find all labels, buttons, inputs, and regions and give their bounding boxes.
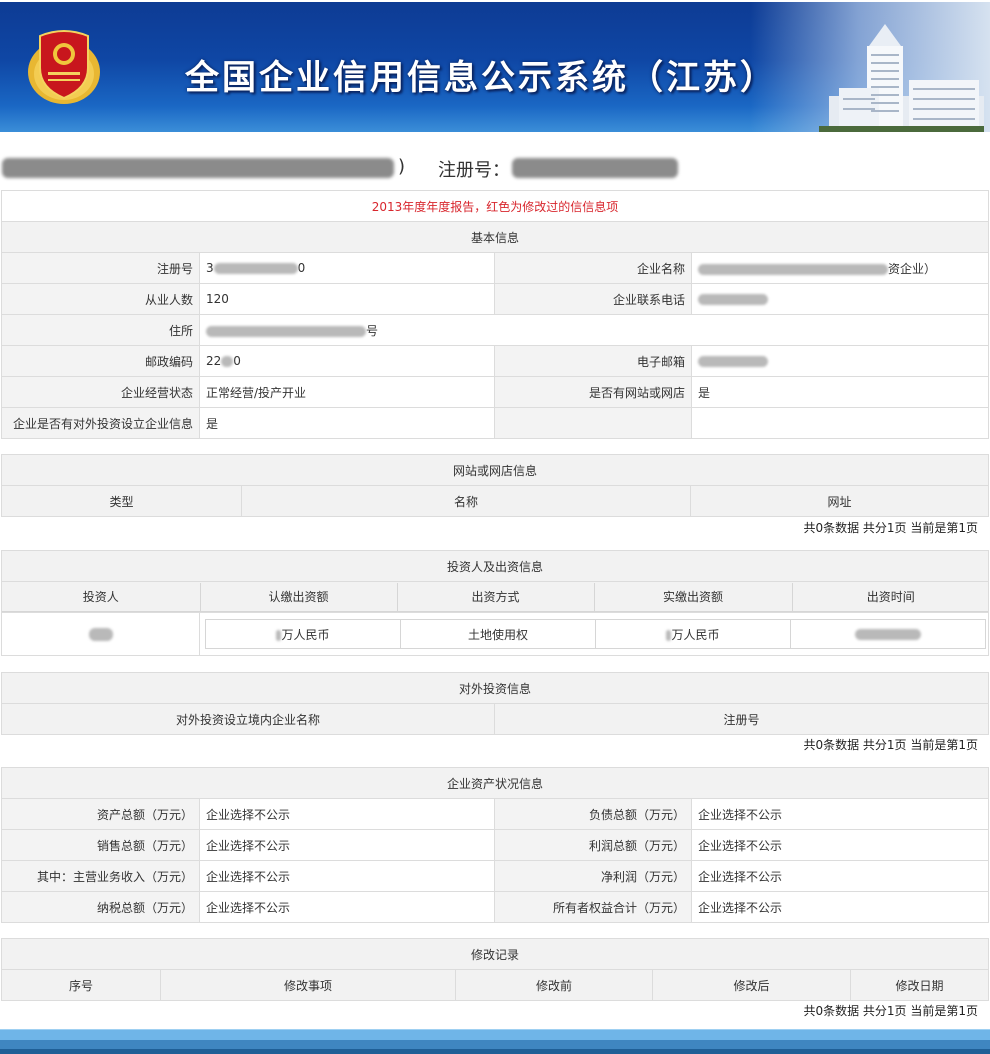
company-name-label: 企业名称 [494,252,692,284]
modification-records-table: 修改记录 序号 修改事项 修改前 修改后 修改日期 [1,938,989,1001]
empty-value [690,407,990,439]
table-row: 邮政编码 22 0 电子邮箱 [1,345,990,377]
column-header-name: 名称 [241,485,691,517]
government-building-image [819,24,984,132]
outbound-investment-pager: 共0条数据 共分1页 当前是第1页 [803,738,978,752]
table-row: 企业经营状态 正常经营/投产开业 是否有网站或网店 是 [1,376,990,408]
total-tax-label: 纳税总额（万元） [1,891,200,923]
total-profit-value: 企业选择不公示 [690,829,990,861]
website-info-table: 网站或网店信息 类型 名称 网址 [0,454,990,517]
system-title: 全国企业信用信息公示系统（江苏） [185,58,777,98]
table-row: 资产总额（万元） 企业选择不公示 负债总额（万元） 企业选择不公示 [1,798,990,830]
website-pager: 共0条数据 共分1页 当前是第1页 [803,521,978,535]
company-name-value: 资企业） [690,252,990,284]
total-assets-label: 资产总额（万元） [1,798,200,830]
net-profit-value: 企业选择不公示 [690,860,990,892]
investor-detail-table: 万人民币 土地使用权 万人民币 [205,619,986,649]
address-value: 号 [198,314,990,346]
column-header-investor: 投资人 [2,582,201,612]
employees-value: 120 [199,283,495,315]
main-revenue-value: 企业选择不公示 [199,860,495,892]
employees-label: 从业人数 [1,283,200,315]
basic-info-table: 2013年度年度报告，红色为修改过的信信息项 基本信息 注册号 30 企业名称 … [0,190,990,439]
footer-bar [0,1029,990,1054]
assets-info-table: 企业资产状况信息 资产总额（万元） 企业选择不公示 负债总额（万元） 企业选择不… [0,767,990,923]
postal-code-value: 22 0 [199,345,495,377]
investor-info-table: 投资人及出资信息 投资人 认缴出资额 出资方式 实缴出资额 出资时间 万人民币 [0,550,990,656]
total-liabilities-label: 负债总额（万元） [494,798,692,830]
column-header-type: 类型 [1,485,242,517]
table-row: 销售总额（万元） 企业选择不公示 利润总额（万元） 企业选择不公示 [1,829,990,861]
reg-no-value: 30 [199,252,495,284]
basic-info-title: 基本信息 [0,221,990,253]
column-header-seq: 序号 [1,969,161,1001]
total-liabilities-value: 企业选择不公示 [690,798,990,830]
column-header-item: 修改事项 [160,969,456,1001]
phone-label: 企业联系电话 [494,283,692,315]
column-header-paid: 实缴出资额 [593,582,793,612]
address-label: 住所 [1,314,200,346]
has-investment-value: 是 [199,407,495,439]
company-name-redacted [2,158,394,178]
main-revenue-label: 其中：主营业务收入（万元） [1,860,200,892]
owners-equity-label: 所有者权益合计（万元） [494,891,692,923]
investor-info-title: 投资人及出资信息 [0,550,990,582]
registration-number-redacted [512,158,678,178]
total-sales-value: 企业选择不公示 [199,829,495,861]
total-assets-value: 企业选择不公示 [199,798,495,830]
paid-amount: 万人民币 [595,619,791,649]
column-header-date: 出资时间 [791,582,988,612]
total-sales-label: 销售总额（万元） [1,829,200,861]
owners-equity-value: 企业选择不公示 [690,891,990,923]
operating-status-label: 企业经营状态 [1,376,200,408]
table-row: 注册号 30 企业名称 资企业） [1,252,990,284]
contribution-date [790,619,986,649]
company-heading: ) 注册号： [0,152,990,186]
industry-commerce-emblem-icon [28,30,100,104]
modification-records-title: 修改记录 [1,938,989,970]
table-row: 其中：主营业务收入（万元） 企业选择不公示 净利润（万元） 企业选择不公示 [1,860,990,892]
email-label: 电子邮箱 [494,345,692,377]
column-header-after: 修改后 [652,969,851,1001]
column-header-enterprise-name: 对外投资设立境内企业名称 [1,703,495,735]
has-website-value: 是 [690,376,990,408]
has-website-label: 是否有网站或网店 [494,376,692,408]
net-profit-label: 净利润（万元） [494,860,692,892]
empty-label [494,407,692,439]
assets-info-title: 企业资产状况信息 [0,767,990,799]
company-name-suffix: ) [398,156,406,177]
registration-number-label: 注册号： [438,160,510,181]
column-header-reg-no: 注册号 [493,703,990,735]
column-header-method: 出资方式 [396,582,595,612]
modification-records-pager: 共0条数据 共分1页 当前是第1页 [803,1004,978,1018]
column-header-date: 修改日期 [850,969,989,1001]
postal-code-label: 邮政编码 [1,345,200,377]
outbound-investment-table: 对外投资信息 对外投资设立境内企业名称 注册号 [0,672,990,735]
table-row: 从业人数 120 企业联系电话 [1,283,990,315]
investor-name [1,612,200,656]
table-row: 住所 号 [1,314,990,346]
contribution-method: 土地使用权 [400,619,596,649]
phone-value [690,283,990,315]
column-header-subscribed: 认缴出资额 [199,582,398,612]
total-tax-value: 企业选择不公示 [199,891,495,923]
operating-status-value: 正常经营/投产开业 [199,376,495,408]
reg-no-label: 注册号 [1,252,200,284]
email-value [690,345,990,377]
website-info-title: 网站或网店信息 [0,454,990,486]
outbound-investment-title: 对外投资信息 [0,672,990,704]
subscribed-amount: 万人民币 [205,619,401,649]
table-row: 企业是否有对外投资设立企业信息 是 [1,407,990,439]
table-row: 万人民币 土地使用权 万人民币 [1,612,990,656]
total-profit-label: 利润总额（万元） [494,829,692,861]
column-header-url: 网址 [689,485,990,517]
annual-report-notice: 2013年度年度报告，红色为修改过的信信息项 [0,190,990,222]
site-banner: 全国企业信用信息公示系统（江苏） [0,2,990,132]
table-row: 纳税总额（万元） 企业选择不公示 所有者权益合计（万元） 企业选择不公示 [1,891,990,923]
investor-header-row: 投资人 认缴出资额 出资方式 实缴出资额 出资时间 [2,582,988,612]
column-header-before: 修改前 [455,969,653,1001]
has-investment-label: 企业是否有对外投资设立企业信息 [1,407,200,439]
